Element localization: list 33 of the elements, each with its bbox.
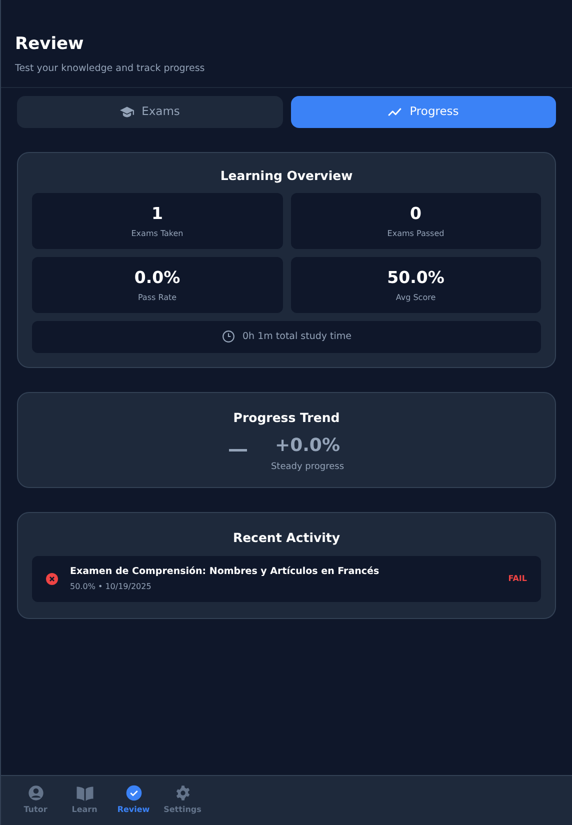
stat-label: Avg Score [396, 292, 436, 302]
stat-value: 50.0% [387, 268, 444, 288]
clock-icon [222, 330, 234, 344]
page-subtitle: Test your knowledge and track progress [15, 63, 205, 74]
trend-caption: Steady progress [270, 462, 344, 472]
nav-item[interactable]: Settings [158, 776, 207, 825]
nav-item[interactable]: Learn [60, 776, 109, 825]
nav-item[interactable]: Review [109, 776, 158, 825]
stat-label: Pass Rate [138, 292, 177, 302]
result-label: FAIL [508, 573, 527, 586]
tab[interactable]: Exams [17, 96, 282, 128]
gear-icon [174, 785, 190, 801]
activity-row[interactable]: Examen de Comprensión: Nombres y Artículos en Francés 50.0% • 10/19/2025 FAIL [32, 556, 541, 602]
book-icon [76, 786, 94, 800]
activity-title: Examen de Comprensión: Nombres y Artículos en Francés [70, 566, 380, 577]
check-circle-icon [126, 785, 142, 801]
trend-change: +0.0% [274, 434, 340, 456]
stat-value: 1 [152, 204, 163, 224]
stat-label: Exams Taken [131, 229, 184, 238]
page-title: Review [15, 34, 84, 54]
stat-value: 0 [410, 204, 422, 224]
study-time-text: 0h 1m total study time [242, 330, 352, 344]
stat-value: 0.0% [134, 268, 180, 288]
card-title: Progress Trend [233, 410, 340, 425]
tab[interactable]: Progress [290, 96, 556, 128]
nav-item[interactable]: Tutor [11, 776, 60, 825]
cap-icon [120, 106, 134, 118]
user-icon [28, 785, 44, 801]
card-title: Learning Overview [220, 168, 353, 183]
stat-label: Exams Passed [387, 229, 444, 238]
activity-meta: 50.0% • 10/19/2025 [70, 582, 152, 592]
card-title: Recent Activity [232, 530, 340, 546]
trend-icon [388, 106, 402, 117]
